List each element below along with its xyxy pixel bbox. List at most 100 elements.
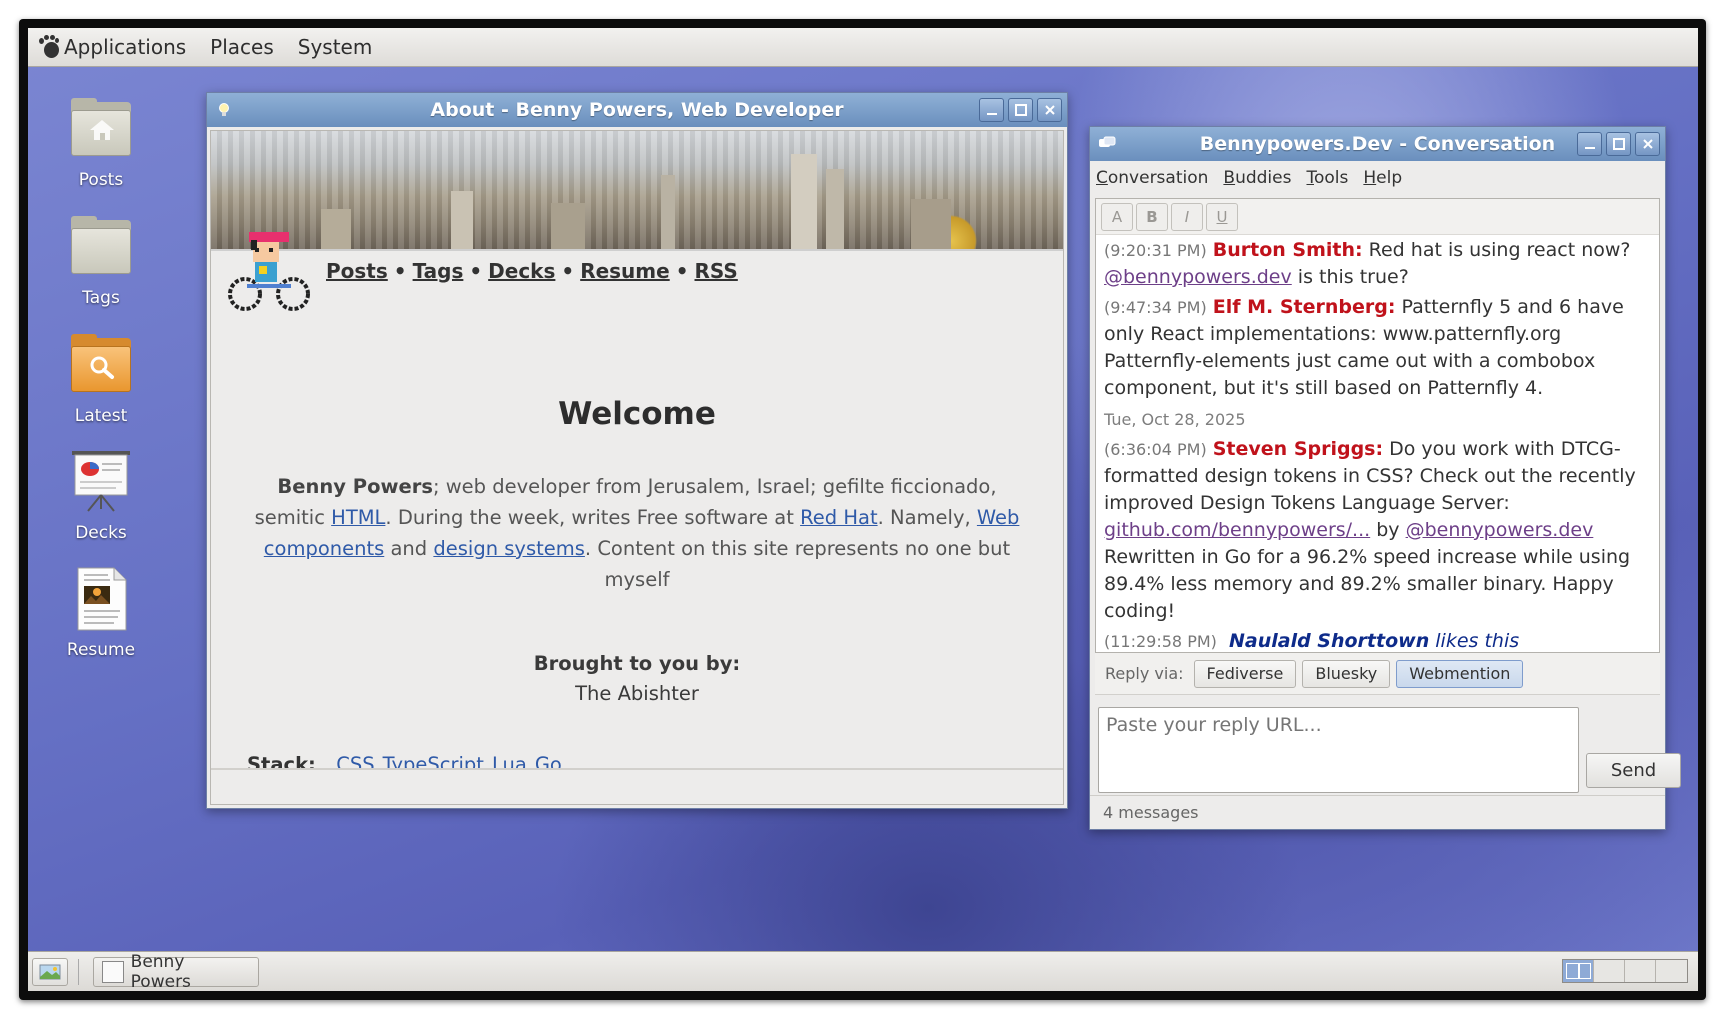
- font-button[interactable]: A: [1101, 202, 1133, 231]
- nav-link-tags[interactable]: Tags: [413, 259, 464, 283]
- document-image-icon: [68, 566, 134, 632]
- mention-link[interactable]: @bennypowers.dev: [1104, 266, 1292, 288]
- maximize-icon: [1612, 138, 1625, 150]
- message-timestamp: (9:47:34 PM): [1104, 298, 1207, 317]
- like-text: likes this: [1435, 630, 1520, 652]
- desktop: Applications Places System Posts Tags La…: [28, 28, 1698, 991]
- credits-name: The Abishter: [575, 682, 699, 705]
- message-timestamp: (9:20:31 PM): [1104, 241, 1207, 260]
- applications-menu[interactable]: Applications: [38, 35, 186, 59]
- reply-bar: Reply via: Fediverse Bluesky Webmention: [1095, 653, 1660, 695]
- minimize-button[interactable]: [979, 98, 1004, 122]
- message: (6:36:04 PM) Steven Spriggs: Do you work…: [1104, 436, 1651, 625]
- message-timestamp: (6:36:04 PM): [1104, 440, 1207, 459]
- desktop-icon-label: Posts: [78, 170, 124, 190]
- desktop-icon-tags[interactable]: Tags: [36, 214, 166, 308]
- presentation-icon: [68, 449, 134, 515]
- about-titlebar[interactable]: About - Benny Powers, Web Developer: [207, 93, 1067, 127]
- menu-label: ools: [1313, 167, 1349, 188]
- workspace-4[interactable]: [1656, 960, 1687, 982]
- about-statusbar: [211, 768, 1063, 804]
- message-sender: Elf M. Sternberg:: [1212, 296, 1396, 318]
- show-desktop-button[interactable]: [32, 957, 68, 986]
- desktop-icon-posts[interactable]: Posts: [36, 96, 166, 190]
- underline-button[interactable]: U: [1206, 202, 1238, 231]
- chat-bubbles-icon: [1099, 136, 1116, 147]
- top-panel: Applications Places System: [28, 28, 1698, 67]
- like-author: Naulald Shorttown: [1228, 630, 1430, 652]
- taskbar-window-button[interactable]: Benny Powers: [93, 952, 259, 991]
- minimize-icon: [1584, 147, 1595, 149]
- desktop-icon-decks[interactable]: Decks: [36, 449, 166, 543]
- reply-bluesky-button[interactable]: Bluesky: [1302, 659, 1391, 688]
- author-name: Benny Powers: [277, 475, 433, 498]
- menu-label: onversation: [1107, 167, 1209, 188]
- menu-accelerator: H: [1363, 167, 1377, 188]
- message-text: Red hat is using react now?: [1362, 239, 1631, 261]
- message: (9:20:31 PM) Burton Smith: Red hat is us…: [1104, 237, 1651, 291]
- close-icon: [1044, 105, 1055, 115]
- desktop-icon-resume[interactable]: Resume: [36, 566, 166, 660]
- desktop-icon-latest[interactable]: Latest: [36, 332, 166, 426]
- lightbulb-icon: [219, 103, 229, 116]
- menu-buddies[interactable]: Buddies: [1223, 168, 1291, 188]
- close-icon: [1642, 139, 1653, 149]
- nav-link-decks[interactable]: Decks: [488, 259, 555, 283]
- places-menu[interactable]: Places: [210, 35, 274, 59]
- workspace-1[interactable]: [1563, 960, 1594, 982]
- nav-link-resume[interactable]: Resume: [580, 259, 670, 283]
- desktop-icon-label: Decks: [75, 523, 127, 543]
- workspace-3[interactable]: [1625, 960, 1656, 982]
- system-menu[interactable]: System: [298, 35, 373, 59]
- reply-url-input[interactable]: [1098, 707, 1579, 793]
- like-event: (11:29:58 PM) Naulald Shorttown likes th…: [1104, 628, 1651, 655]
- workspace-2[interactable]: [1594, 960, 1625, 982]
- about-content: Posts • Tags • Decks • Resume • RSS Welcome Benn…: [210, 130, 1064, 805]
- design-systems-link[interactable]: design systems: [433, 537, 585, 560]
- nav-separator: •: [469, 259, 483, 283]
- mention-link[interactable]: @bennypowers.dev: [1406, 519, 1594, 541]
- intro-text: . Content on this site represents no one…: [584, 537, 1011, 591]
- conversation-titlebar[interactable]: Bennypowers.Dev - Conversation: [1090, 127, 1665, 161]
- about-window: About - Benny Powers, Web Developer Post…: [206, 92, 1068, 809]
- minimize-icon: [986, 113, 997, 115]
- menu-label: uddies: [1235, 167, 1292, 188]
- minimize-button[interactable]: [1577, 132, 1602, 156]
- send-button[interactable]: Send: [1586, 753, 1681, 788]
- menu-conversation[interactable]: Conversation: [1096, 168, 1208, 188]
- search-folder-icon: [68, 332, 134, 398]
- folder-icon: [68, 214, 134, 280]
- menu-accelerator: T: [1306, 167, 1314, 188]
- window-title: About - Benny Powers, Web Developer: [430, 99, 844, 121]
- maximize-button[interactable]: [1008, 98, 1033, 122]
- maximize-button[interactable]: [1606, 132, 1631, 156]
- page-heading: Welcome: [558, 396, 716, 432]
- home-folder-icon: [68, 96, 134, 162]
- message-text: by: [1370, 519, 1406, 541]
- close-button[interactable]: [1635, 132, 1660, 156]
- site-nav: Posts • Tags • Decks • Resume • RSS: [326, 259, 738, 283]
- reply-fediverse-button[interactable]: Fediverse: [1193, 659, 1297, 688]
- intro-text: . Namely,: [877, 506, 977, 529]
- bold-button[interactable]: B: [1136, 202, 1168, 231]
- message-count-status: 4 messages: [1090, 795, 1665, 829]
- github-link[interactable]: github.com/bennypowers/...: [1104, 519, 1370, 541]
- message-text: Rewritten in Go for a 96.2% speed increa…: [1104, 546, 1631, 622]
- nav-link-posts[interactable]: Posts: [326, 259, 388, 283]
- message-text: is this true?: [1291, 266, 1409, 288]
- applications-menu-label: Applications: [64, 35, 187, 59]
- cyclist-avatar-icon: [228, 232, 310, 311]
- italic-button[interactable]: I: [1171, 202, 1203, 231]
- bottom-panel: Benny Powers: [28, 951, 1698, 991]
- gnome-foot-icon: [38, 35, 60, 59]
- desktop-icon-label: Latest: [74, 406, 128, 426]
- reply-webmention-button[interactable]: Webmention: [1396, 659, 1524, 688]
- menu-tools[interactable]: Tools: [1306, 168, 1348, 188]
- redhat-link[interactable]: Red Hat: [800, 506, 878, 529]
- reply-label: Reply via:: [1105, 664, 1184, 683]
- close-button[interactable]: [1037, 98, 1062, 122]
- html-link[interactable]: HTML: [331, 506, 385, 529]
- nav-link-rss[interactable]: RSS: [695, 259, 738, 283]
- menu-help[interactable]: Help: [1363, 168, 1402, 188]
- conversation-window: Bennypowers.Dev - Conversation Conversat…: [1089, 126, 1681, 830]
